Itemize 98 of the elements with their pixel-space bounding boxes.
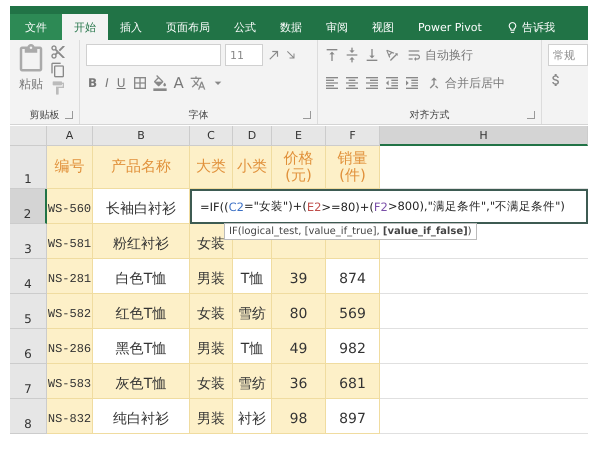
- column-title: 价格 (元): [272, 146, 326, 189]
- ribbon-tab[interactable]: 视图: [360, 14, 406, 40]
- font-size-field[interactable]: 11: [225, 44, 263, 66]
- table-cell: T恤: [233, 259, 272, 294]
- group-label: 对齐方式: [410, 108, 450, 122]
- table-cell: 粉红衬衫: [93, 224, 190, 259]
- table-cell: 39: [272, 259, 326, 294]
- column-header[interactable]: B: [93, 126, 190, 146]
- table-cell: NS-281: [47, 259, 93, 294]
- table-cell: 681: [326, 364, 380, 399]
- column-title: 销量 (件): [326, 146, 380, 189]
- table-cell: 长袖白衬衫: [93, 189, 190, 224]
- paste-button[interactable]: 粘贴: [17, 76, 45, 93]
- ribbon-tab[interactable]: 页面布局: [154, 14, 222, 40]
- table-cell: 36: [272, 364, 326, 399]
- table-cell: 白色T恤: [93, 259, 190, 294]
- row-header[interactable]: 2: [10, 189, 47, 224]
- function-tooltip: IF(logical_test, [value_if_true], [value_if_false]): [224, 223, 477, 240]
- table-cell: 女装: [190, 364, 233, 399]
- increase-indent-icon[interactable]: [404, 75, 420, 91]
- group-label: 字体: [188, 108, 208, 122]
- column-title: 大类: [190, 146, 233, 189]
- phonetic-icon[interactable]: [190, 75, 206, 91]
- column-title: 小类: [233, 146, 272, 189]
- table-cell: 衬衫: [233, 399, 272, 434]
- row-header[interactable]: 8: [10, 399, 47, 434]
- column-title: 编号: [47, 146, 93, 189]
- table-cell: NS-832: [47, 399, 93, 434]
- borders-icon[interactable]: [132, 75, 148, 91]
- table-cell: 98: [272, 399, 326, 434]
- column-header[interactable]: F: [326, 126, 380, 146]
- table-cell: 897: [326, 399, 380, 434]
- dialog-launcher-icon[interactable]: [527, 111, 535, 119]
- table-cell: 黑色T恤: [93, 329, 190, 364]
- table-cell: 雪纺: [233, 364, 272, 399]
- align-top-icon[interactable]: [324, 47, 340, 63]
- table-cell: NS-286: [47, 329, 93, 364]
- copy-icon[interactable]: [50, 62, 66, 78]
- orientation-icon[interactable]: [384, 47, 400, 63]
- column-header[interactable]: C: [190, 126, 233, 146]
- table-cell: 982: [326, 329, 380, 364]
- row-header[interactable]: 4: [10, 259, 47, 294]
- ribbon-tab[interactable]: 数据: [268, 14, 314, 40]
- ribbon-tab[interactable]: 插入: [108, 14, 154, 40]
- row-header[interactable]: 1: [10, 146, 47, 189]
- dialog-launcher-icon[interactable]: [65, 111, 73, 119]
- format-painter-icon[interactable]: [50, 80, 66, 96]
- italic-button[interactable]: I: [103, 76, 111, 90]
- scissors-icon[interactable]: [50, 44, 66, 60]
- table-cell: 49: [272, 329, 326, 364]
- ribbon-tab[interactable]: 开始: [62, 14, 108, 40]
- table-cell: 红色T恤: [93, 294, 190, 329]
- column-header[interactable]: H: [380, 126, 588, 146]
- row-header[interactable]: 5: [10, 294, 47, 329]
- ribbon-tab[interactable]: 公式: [222, 14, 268, 40]
- table-cell: 874: [326, 259, 380, 294]
- table-cell: 569: [326, 294, 380, 329]
- row-header[interactable]: 6: [10, 329, 47, 364]
- fill-color-icon[interactable]: [152, 75, 168, 91]
- table-cell: WS-582: [47, 294, 93, 329]
- file-tab[interactable]: 文件: [10, 14, 62, 40]
- table-cell: 男装: [190, 399, 233, 434]
- table-cell: 灰色T恤: [93, 364, 190, 399]
- number-format-field[interactable]: 常规: [548, 44, 588, 66]
- tell-me-search[interactable]: 告诉我: [494, 14, 567, 40]
- font-color-button[interactable]: A: [172, 74, 186, 92]
- row-header[interactable]: 7: [10, 364, 47, 399]
- table-cell: 男装: [190, 329, 233, 364]
- row-header[interactable]: 3: [10, 224, 47, 259]
- ribbon-tab[interactable]: Power Pivot: [406, 14, 494, 40]
- dialog-launcher-icon[interactable]: [303, 111, 311, 119]
- wrap-text-button[interactable]: 自动换行: [404, 46, 475, 64]
- column-header[interactable]: D: [233, 126, 272, 146]
- table-cell: WS-581: [47, 224, 93, 259]
- column-title: 产品名称: [93, 146, 190, 189]
- table-cell: T恤: [233, 329, 272, 364]
- table-cell: WS-583: [47, 364, 93, 399]
- align-left-icon[interactable]: [324, 75, 340, 91]
- table-cell: 80: [272, 294, 326, 329]
- table-cell: 雪纺: [233, 294, 272, 329]
- align-bottom-icon[interactable]: [364, 47, 380, 63]
- font-name-field[interactable]: [86, 44, 221, 66]
- merge-center-button[interactable]: 合并后居中: [424, 74, 507, 92]
- bold-button[interactable]: B: [86, 76, 100, 90]
- column-header[interactable]: E: [272, 126, 326, 146]
- table-cell: WS-560: [47, 189, 93, 224]
- align-center-icon[interactable]: [344, 75, 360, 91]
- group-label: 剪贴板: [30, 108, 60, 122]
- table-cell: 纯白衬衫: [93, 399, 190, 434]
- underline-button[interactable]: U: [114, 76, 128, 90]
- table-cell: 男装: [190, 259, 233, 294]
- column-header[interactable]: A: [47, 126, 93, 146]
- align-right-icon[interactable]: [364, 75, 380, 91]
- ribbon-tab[interactable]: 审阅: [314, 14, 360, 40]
- decrease-indent-icon[interactable]: [384, 75, 400, 91]
- align-middle-icon[interactable]: [344, 47, 360, 63]
- lightbulb-icon: [506, 20, 519, 34]
- table-cell: 女装: [190, 294, 233, 329]
